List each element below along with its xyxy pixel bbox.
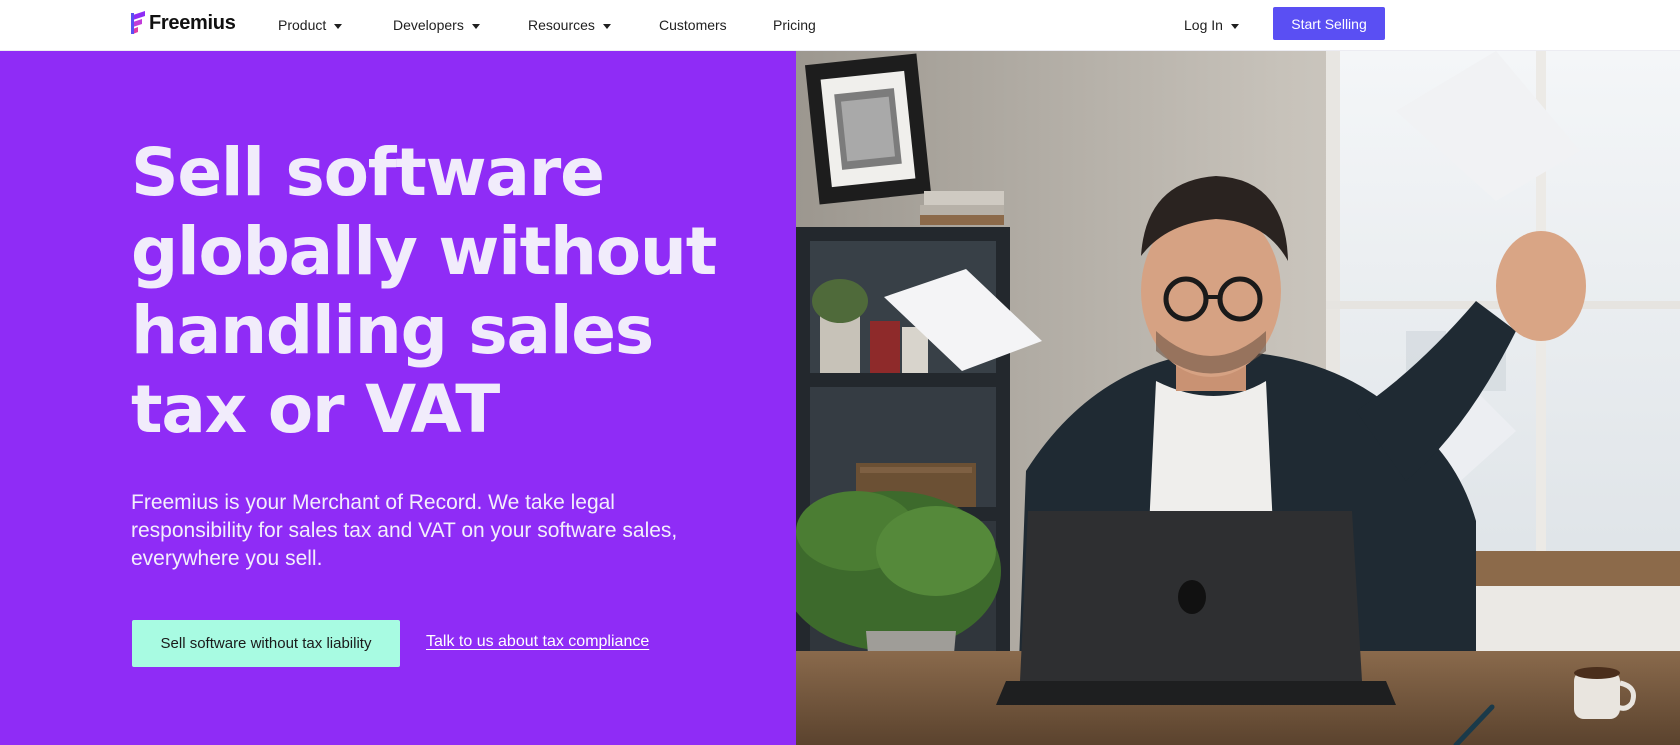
- nav-pricing[interactable]: Pricing: [773, 15, 816, 35]
- subtext-line: everywhere you sell.: [131, 547, 323, 570]
- hand: [1496, 231, 1586, 341]
- freemius-logo[interactable]: Freemius: [131, 9, 236, 37]
- chevron-down-icon: [471, 23, 480, 29]
- hero-headline: Sell software globally without handling …: [131, 133, 751, 449]
- nav-customers[interactable]: Customers: [659, 15, 727, 35]
- hero-subtext: Freemius is your Merchant of Record. We …: [131, 489, 691, 573]
- login-menu[interactable]: Log In: [1184, 15, 1239, 35]
- logo-text: Freemius: [149, 11, 236, 34]
- chevron-down-icon: [602, 23, 611, 29]
- subtext-line: Freemius is your Merchant of Record. We …: [131, 491, 615, 514]
- headline-line: tax or VAT: [131, 371, 500, 448]
- nav-customers-label: Customers: [659, 17, 727, 33]
- talk-tax-compliance-link[interactable]: Talk to us about tax compliance: [426, 633, 649, 651]
- freemius-logo-icon: [131, 11, 145, 34]
- hero-photo: [796, 51, 1680, 745]
- login-label: Log In: [1184, 17, 1223, 33]
- chevron-down-icon: [1230, 23, 1239, 29]
- nav-developers[interactable]: Developers: [393, 15, 480, 35]
- nav-resources-label: Resources: [528, 17, 595, 33]
- chevron-down-icon: [334, 23, 343, 29]
- sell-without-tax-liability-button[interactable]: Sell software without tax liability: [132, 620, 400, 667]
- subtext-line: responsibility for sales tax and VAT on …: [131, 519, 678, 542]
- nav-pricing-label: Pricing: [773, 17, 816, 33]
- headline-line: handling sales: [131, 292, 654, 369]
- headline-line: Sell software: [131, 134, 605, 211]
- nav-developers-label: Developers: [393, 17, 464, 33]
- nav-resources[interactable]: Resources: [528, 15, 611, 35]
- hero-illustration: [796, 51, 1680, 745]
- headline-line: globally without: [131, 213, 717, 290]
- start-selling-button[interactable]: Start Selling: [1273, 7, 1385, 40]
- site-header: Freemius Product Developers Resources Cu…: [0, 0, 1680, 51]
- nav-product-label: Product: [278, 17, 327, 33]
- nav-product[interactable]: Product: [278, 15, 343, 35]
- hero-section: Sell software globally without handling …: [0, 51, 796, 745]
